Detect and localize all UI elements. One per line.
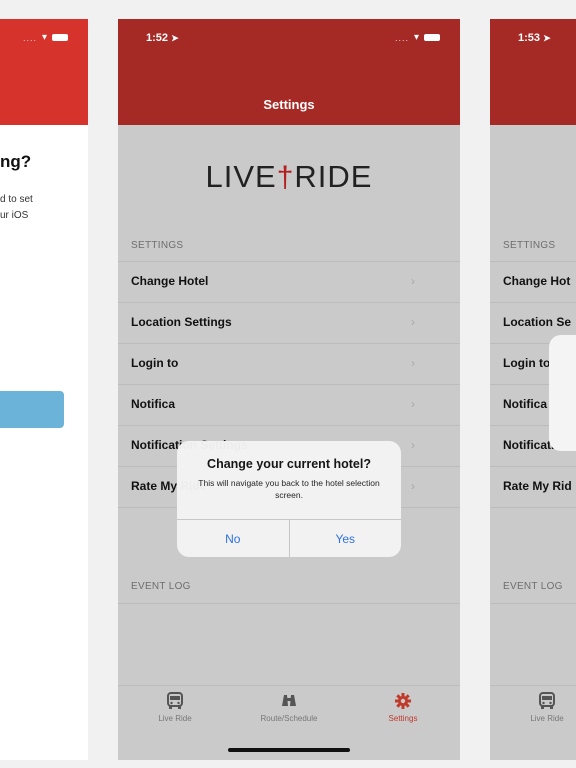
right-tab-live-ride[interactable]: Live Ride (507, 692, 576, 723)
right-row-change-hotel[interactable]: Change Hot (490, 262, 576, 303)
wifi-icon: ▾ (413, 32, 419, 43)
header-bar: 1:52 ➤ .... ▾ Settings (118, 19, 460, 125)
right-alert-partial (549, 335, 576, 451)
tab-live-ride[interactable]: Live Ride (135, 692, 215, 723)
settings-list: Change Hotel › Location Settings › Login… (118, 261, 460, 508)
right-tab-bar: Live Ride (490, 685, 576, 760)
bus-icon (135, 692, 215, 712)
alert-title: Change your current hotel? (207, 457, 371, 471)
gear-icon (363, 692, 443, 712)
chevron-right-icon: › (411, 438, 415, 452)
battery-icon (52, 34, 68, 41)
chevron-right-icon: › (411, 397, 415, 411)
wifi-icon: ▾ (41, 32, 47, 43)
tab-settings[interactable]: Settings (363, 692, 443, 723)
alert-yes-button[interactable]: Yes (290, 520, 402, 557)
change-hotel-alert: Change your current hotel? This will nav… (177, 441, 401, 557)
tab-route-schedule[interactable]: Route/Schedule (249, 692, 329, 723)
binoculars-icon (249, 692, 329, 712)
left-primary-button[interactable] (0, 391, 64, 428)
row-login[interactable]: Login to › (118, 344, 460, 385)
chevron-right-icon: › (411, 274, 415, 288)
right-status-time: 1:53 ➤ (518, 32, 551, 44)
tab-bar: Live Ride Route/Schedule Settings (118, 685, 460, 760)
right-header-bar: 1:53 ➤ (490, 19, 576, 125)
event-log-header: EVENT LOG (131, 581, 191, 592)
status-time: 1:52 ➤ (146, 32, 179, 44)
chevron-right-icon: › (411, 479, 415, 493)
right-settings-header: SETTINGS (503, 240, 556, 251)
row-location-settings[interactable]: Location Settings › (118, 303, 460, 344)
middle-screen: 1:52 ➤ .... ▾ Settings LIVE†RIDE SETTINGS… (118, 19, 460, 760)
settings-section-header: SETTINGS (131, 240, 184, 251)
divider (490, 603, 576, 604)
divider (118, 603, 460, 604)
right-settings-body: SETTINGS Change Hot Location Se Login to… (490, 125, 576, 760)
left-screen: .... ▾ ng? d to set ur iOS (0, 19, 88, 760)
bus-icon (507, 692, 576, 712)
location-arrow-icon: ➤ (171, 33, 179, 43)
chevron-right-icon: › (411, 315, 415, 329)
settings-body: LIVE†RIDE SETTINGS Change Hotel › Locati… (118, 125, 460, 760)
liveride-logo: LIVE†RIDE (205, 159, 373, 194)
alert-message: This will navigate you back to the hotel… (198, 478, 380, 500)
left-desc-2: ur iOS (0, 210, 29, 221)
chevron-right-icon: › (411, 356, 415, 370)
status-icons: .... ▾ (395, 32, 440, 43)
alert-actions: No Yes (177, 519, 401, 557)
row-notifications[interactable]: Notifica › (118, 385, 460, 426)
right-settings-list: Change Hot Location Se Login to Notifica… (490, 261, 576, 508)
location-arrow-icon: ➤ (543, 33, 551, 43)
left-header: .... ▾ (0, 19, 88, 125)
left-question: ng? (0, 152, 32, 171)
person-icon: † (276, 161, 295, 194)
home-indicator (228, 748, 350, 752)
battery-icon (424, 34, 440, 41)
left-status-icons: .... ▾ (23, 32, 68, 43)
page-title: Settings (263, 97, 315, 112)
right-row-rate[interactable]: Rate My Rid (490, 467, 576, 508)
right-event-log-header: EVENT LOG (503, 581, 563, 592)
left-desc-1: d to set (0, 194, 33, 205)
right-screen: 1:53 ➤ SETTINGS Change Hot Location Se L… (490, 19, 576, 760)
alert-no-button[interactable]: No (177, 520, 290, 557)
row-change-hotel[interactable]: Change Hotel › (118, 262, 460, 303)
